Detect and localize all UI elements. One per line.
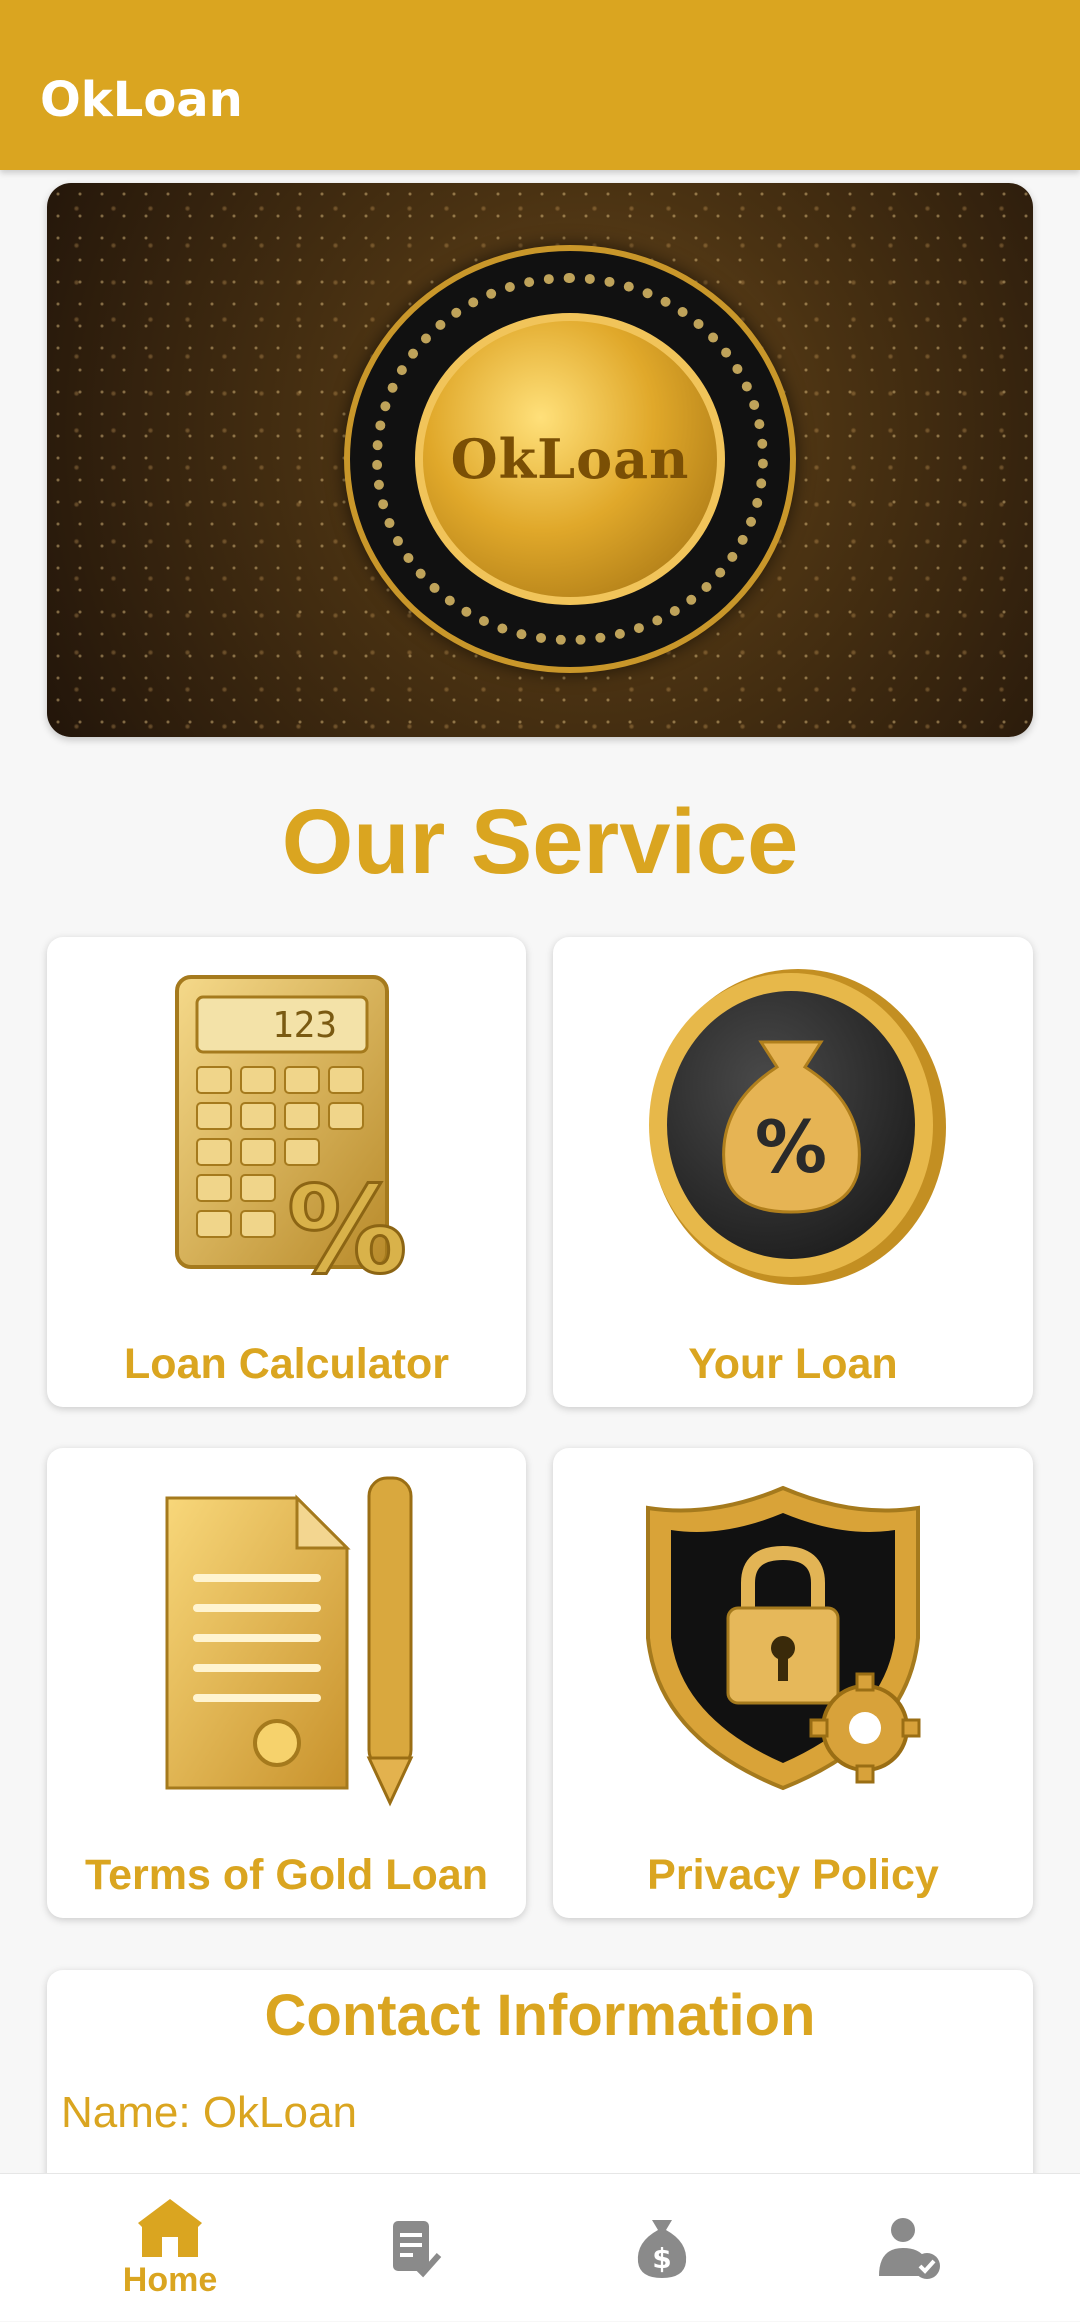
shield-lock-icon [553, 1448, 1033, 1828]
app-bar: OkLoan [0, 0, 1080, 170]
okloan-coin-logo: OkLoan [344, 245, 796, 673]
nav-documents[interactable] [280, 2174, 550, 2322]
bottom-navigation: Home $ [0, 2173, 1080, 2321]
svg-text:$: $ [652, 2242, 671, 2275]
card-loan-calculator[interactable]: 123 % Loan Calculator [47, 937, 526, 1407]
card-label: Your Loan [688, 1340, 898, 1388]
app-title: OkLoan [40, 72, 243, 128]
card-label: Privacy Policy [647, 1851, 939, 1899]
contact-information-card: Contact Information Name: OkLoan [47, 1970, 1033, 2180]
document-check-icon [393, 2221, 442, 2278]
svg-text:%: % [755, 1105, 827, 1189]
calculator-icon: 123 % [47, 937, 526, 1317]
contact-title: Contact Information [264, 1983, 816, 2048]
nav-home-label: Home [122, 2260, 218, 2299]
card-label: Loan Calculator [124, 1340, 449, 1388]
nav-home[interactable]: Home [35, 2174, 305, 2322]
card-label: Terms of Gold Loan [85, 1851, 488, 1899]
money-bag-icon: $ [637, 2220, 687, 2278]
user-check-icon [879, 2218, 940, 2279]
nav-loans[interactable]: $ [527, 2174, 797, 2322]
coin-logo-text: OkLoan [450, 427, 690, 491]
money-bag-coin-icon: % [553, 937, 1033, 1317]
hero-banner: OkLoan [47, 183, 1033, 737]
document-pen-icon [47, 1448, 526, 1828]
svg-text:%: % [287, 1162, 407, 1297]
card-privacy-policy[interactable]: Privacy Policy [553, 1448, 1033, 1918]
nav-profile[interactable] [775, 2174, 1045, 2322]
home-icon [138, 2198, 202, 2257]
section-title: Our Service [281, 791, 799, 893]
contact-name: Name: OkLoan [61, 2088, 357, 2137]
card-your-loan[interactable]: % Your Loan [553, 937, 1033, 1407]
card-terms-of-gold-loan[interactable]: Terms of Gold Loan [47, 1448, 526, 1918]
svg-text:123: 123 [271, 1005, 336, 1046]
coin-face: OkLoan [415, 313, 725, 605]
